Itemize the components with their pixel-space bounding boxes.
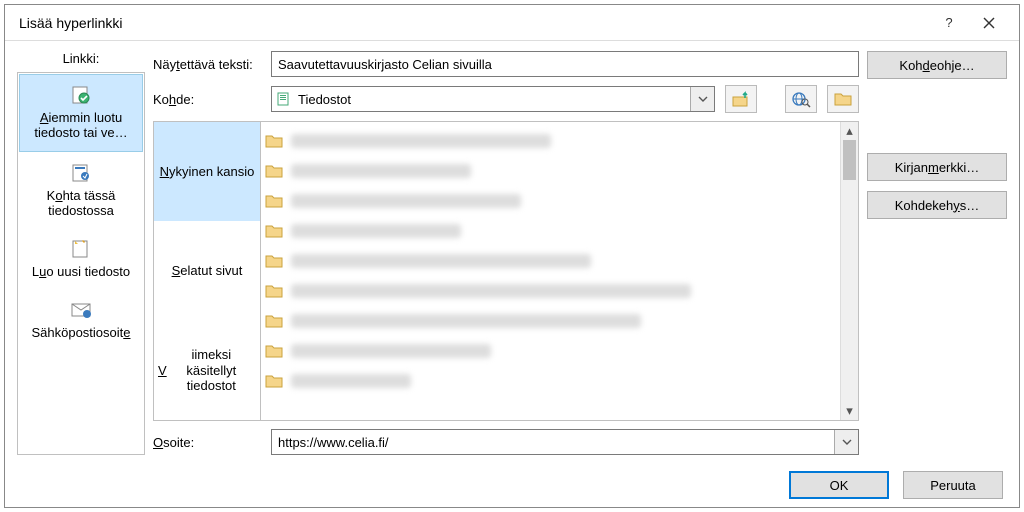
subtab-0[interactable]: Nykyinen kansio xyxy=(154,122,260,221)
link-type-item-0[interactable]: Aiemmin luotu tiedosto tai ve… xyxy=(19,74,143,152)
link-type-icon xyxy=(67,161,95,185)
folder-icon xyxy=(265,133,283,149)
kohdeohje-button[interactable]: Kohdeohje… xyxy=(867,51,1007,79)
link-type-icon xyxy=(67,83,95,107)
display-text-row: Näytettävä teksti: xyxy=(153,51,859,77)
folder-open-icon xyxy=(833,91,853,107)
link-type-column: Linkki: Aiemmin luotu tiedosto tai ve… Ko… xyxy=(17,51,145,455)
right-column: Kohdeohje… Kirjanmerkki… Kohdekehys… xyxy=(867,51,1007,455)
display-text-input[interactable] xyxy=(271,51,859,77)
osoite-label: Osoite: xyxy=(153,435,261,450)
globe-search-icon xyxy=(791,90,811,108)
dialog-footer: OK Peruuta xyxy=(5,463,1019,507)
scroll-down-icon: ▾ xyxy=(841,402,858,420)
folder-icon xyxy=(265,313,283,329)
list-item[interactable] xyxy=(265,188,836,214)
blurred-filename xyxy=(291,254,591,268)
dialog-body: Linkki: Aiemmin luotu tiedosto tai ve… Ko… xyxy=(5,41,1019,463)
folder-icon xyxy=(265,373,283,389)
browse-web-button[interactable] xyxy=(785,85,817,113)
help-button[interactable]: ? xyxy=(929,9,969,37)
up-folder-button[interactable] xyxy=(725,85,757,113)
folder-icon xyxy=(265,163,283,179)
folder-icon xyxy=(265,193,283,209)
folder-icon xyxy=(265,223,283,239)
scroll-up-icon: ▴ xyxy=(841,122,858,140)
blurred-filename xyxy=(291,284,691,298)
kohde-combo-dropdown[interactable] xyxy=(690,87,714,111)
list-item[interactable] xyxy=(265,278,836,304)
close-button[interactable] xyxy=(969,9,1009,37)
chevron-down-icon xyxy=(698,96,708,102)
insert-hyperlink-dialog: Lisää hyperlinkki ? Linkki: Aiemmin luot… xyxy=(4,4,1020,508)
osoite-combo[interactable] xyxy=(271,429,859,455)
link-type-label: Aiemmin luotu tiedosto tai ve… xyxy=(24,111,138,141)
link-type-item-2[interactable]: Luo uusi tiedosto xyxy=(18,229,144,290)
list-item[interactable] xyxy=(265,158,836,184)
browse-area: Nykyinen kansioSelatut sivutViimeksi käs… xyxy=(153,121,859,421)
link-type-header: Linkki: xyxy=(63,51,100,66)
file-list-scrollbar[interactable]: ▴ ▾ xyxy=(840,122,858,420)
osoite-row: Osoite: xyxy=(153,429,859,455)
link-type-label: Luo uusi tiedosto xyxy=(32,265,130,280)
blurred-filename xyxy=(291,374,411,388)
link-type-item-3[interactable]: Sähköpostiosoite xyxy=(18,290,144,351)
link-type-label: Sähköpostiosoite xyxy=(31,326,130,341)
cancel-button[interactable]: Peruuta xyxy=(903,471,1003,499)
file-list-inner xyxy=(261,122,840,420)
kohde-row: Kohde: Tiedostot xyxy=(153,85,859,113)
link-type-icon xyxy=(67,237,95,261)
kohde-combo[interactable]: Tiedostot xyxy=(271,86,715,112)
subtab-1[interactable]: Selatut sivut xyxy=(154,221,260,320)
blurred-filename xyxy=(291,314,641,328)
chevron-down-icon xyxy=(842,439,852,445)
list-item[interactable] xyxy=(265,128,836,154)
titlebar: Lisää hyperlinkki ? xyxy=(5,5,1019,41)
subtabs: Nykyinen kansioSelatut sivutViimeksi käs… xyxy=(153,121,261,421)
display-text-label: Näytettävä teksti: xyxy=(153,57,261,72)
list-item[interactable] xyxy=(265,368,836,394)
ok-button[interactable]: OK xyxy=(789,471,889,499)
scrollbar-thumb[interactable] xyxy=(843,140,856,180)
osoite-dropdown[interactable] xyxy=(834,430,858,454)
blurred-filename xyxy=(291,164,471,178)
folder-icon xyxy=(265,253,283,269)
blurred-filename xyxy=(291,224,461,238)
close-icon xyxy=(983,17,995,29)
list-item[interactable] xyxy=(265,248,836,274)
folder-icon xyxy=(265,283,283,299)
folder-icon xyxy=(265,343,283,359)
file-list: ▴ ▾ xyxy=(261,121,859,421)
folder-up-icon xyxy=(731,90,751,108)
kirjanmerkki-button[interactable]: Kirjanmerkki… xyxy=(867,153,1007,181)
kohde-label: Kohde: xyxy=(153,92,261,107)
kohdekehys-button[interactable]: Kohdekehys… xyxy=(867,191,1007,219)
blurred-filename xyxy=(291,134,551,148)
link-type-item-1[interactable]: Kohta tässä tiedostossa xyxy=(18,153,144,229)
subtab-2[interactable]: Viimeksi käsitellyt tiedostot xyxy=(154,321,260,420)
document-icon xyxy=(272,91,294,107)
list-item[interactable] xyxy=(265,338,836,364)
link-type-list: Aiemmin luotu tiedosto tai ve… Kohta täss… xyxy=(17,72,145,455)
dialog-title: Lisää hyperlinkki xyxy=(19,15,929,31)
list-item[interactable] xyxy=(265,308,836,334)
list-item[interactable] xyxy=(265,218,836,244)
osoite-input[interactable] xyxy=(272,430,834,454)
link-type-label: Kohta tässä tiedostossa xyxy=(22,189,140,219)
main-column: Näytettävä teksti: Kohde: Tiedostot xyxy=(153,51,859,455)
link-type-icon xyxy=(67,298,95,322)
blurred-filename xyxy=(291,194,521,208)
blurred-filename xyxy=(291,344,491,358)
browse-file-button[interactable] xyxy=(827,85,859,113)
kohde-combo-text: Tiedostot xyxy=(294,92,690,107)
